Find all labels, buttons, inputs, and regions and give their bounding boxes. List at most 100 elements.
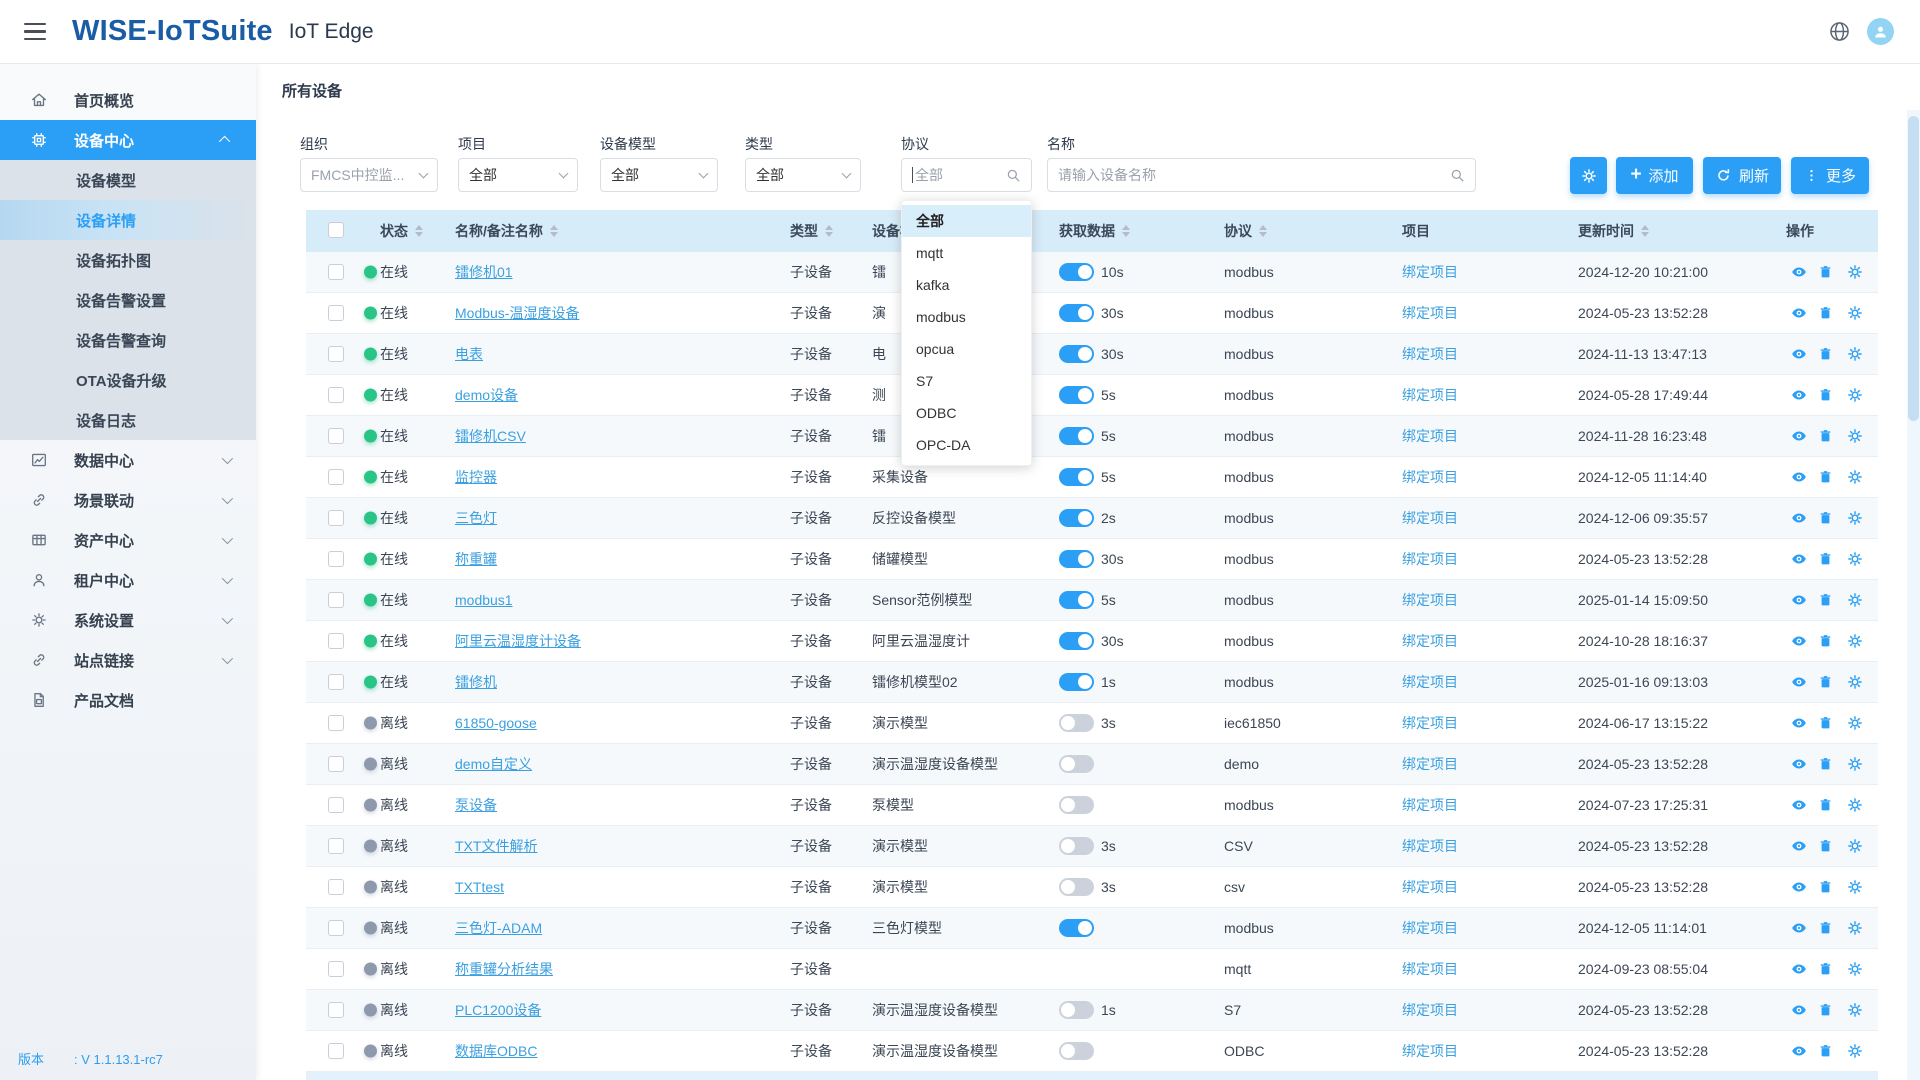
column-header-name[interactable]: 名称/备注名称 [455,221,558,241]
acquire-toggle[interactable] [1059,345,1094,363]
settings-icon[interactable] [1846,714,1864,732]
settings-icon[interactable] [1846,263,1864,281]
view-icon[interactable] [1790,1042,1808,1060]
delete-icon[interactable] [1818,920,1833,937]
bind-project-link[interactable]: 绑定项目 [1402,1000,1458,1020]
view-icon[interactable] [1790,386,1808,404]
view-icon[interactable] [1790,263,1808,281]
row-checkbox[interactable] [328,961,344,977]
acquire-toggle[interactable] [1059,837,1094,855]
settings-icon[interactable] [1846,960,1864,978]
bind-project-link[interactable]: 绑定项目 [1402,672,1458,692]
row-checkbox[interactable] [328,879,344,895]
view-icon[interactable] [1790,345,1808,363]
name-search-input[interactable]: 请输入设备名称 [1047,158,1476,192]
filter-select-model[interactable]: 全部 [600,158,718,192]
settings-icon[interactable] [1846,509,1864,527]
bind-project-link[interactable]: 绑定项目 [1402,590,1458,610]
protocol-option[interactable]: opcua [902,333,1031,365]
bind-project-link[interactable]: 绑定项目 [1402,467,1458,487]
acquire-toggle[interactable] [1059,263,1094,281]
row-checkbox[interactable] [328,428,344,444]
sidebar-item-site-links[interactable]: 站点链接 [0,640,256,680]
settings-icon[interactable] [1846,878,1864,896]
bind-project-link[interactable]: 绑定项目 [1402,631,1458,651]
acquire-toggle[interactable] [1059,304,1094,322]
settings-icon[interactable] [1846,673,1864,691]
acquire-toggle[interactable] [1059,427,1094,445]
settings-icon[interactable] [1846,796,1864,814]
sort-icon[interactable] [415,225,423,237]
row-checkbox[interactable] [328,1002,344,1018]
bind-project-link[interactable]: 绑定项目 [1402,1041,1458,1061]
delete-icon[interactable] [1818,469,1833,486]
row-checkbox[interactable] [328,920,344,936]
device-name-link[interactable]: 称重罐 [455,549,497,569]
acquire-toggle[interactable] [1059,550,1094,568]
row-checkbox[interactable] [328,756,344,772]
view-icon[interactable] [1790,755,1808,773]
view-icon[interactable] [1790,509,1808,527]
delete-icon[interactable] [1818,838,1833,855]
row-checkbox[interactable] [328,264,344,280]
protocol-option[interactable]: 全部 [902,205,1031,237]
device-name-link[interactable]: 数据库ODBC [455,1041,537,1061]
view-icon[interactable] [1790,550,1808,568]
more-button[interactable]: 更多 [1791,157,1869,194]
bind-project-link[interactable]: 绑定项目 [1402,836,1458,856]
delete-icon[interactable] [1818,305,1833,322]
sort-icon[interactable] [825,225,833,237]
settings-icon[interactable] [1846,345,1864,363]
sort-icon[interactable] [1122,225,1130,237]
bind-project-link[interactable]: 绑定项目 [1402,795,1458,815]
protocol-option[interactable]: OPC-DA [902,429,1031,461]
delete-icon[interactable] [1818,797,1833,814]
column-header-acquire[interactable]: 获取数据 [1059,221,1130,241]
settings-icon[interactable] [1846,1042,1864,1060]
delete-icon[interactable] [1818,1043,1833,1060]
acquire-toggle[interactable] [1059,591,1094,609]
device-name-link[interactable]: 镭修机01 [455,262,513,282]
delete-icon[interactable] [1818,633,1833,650]
delete-icon[interactable] [1818,387,1833,404]
row-checkbox[interactable] [328,551,344,567]
row-checkbox[interactable] [328,633,344,649]
device-name-link[interactable]: 阿里云温湿度计设备 [455,631,581,651]
sidebar-subitem[interactable]: 设备详情 [0,200,256,240]
delete-icon[interactable] [1818,264,1833,281]
device-name-link[interactable]: 监控器 [455,467,497,487]
view-icon[interactable] [1790,468,1808,486]
protocol-option[interactable]: kafka [902,269,1031,301]
acquire-toggle[interactable] [1059,1001,1094,1019]
row-checkbox[interactable] [328,346,344,362]
acquire-toggle[interactable] [1059,714,1094,732]
settings-icon[interactable] [1846,427,1864,445]
sidebar-item-device-center[interactable]: 设备中心 [0,120,256,160]
device-name-link[interactable]: PLC1200设备 [455,1000,541,1020]
column-header-status[interactable]: 状态 [380,221,423,241]
scrollbar-thumb[interactable] [1908,116,1919,421]
settings-icon[interactable] [1846,1001,1864,1019]
delete-icon[interactable] [1818,346,1833,363]
device-name-link[interactable]: 泵设备 [455,795,497,815]
delete-icon[interactable] [1818,674,1833,691]
refresh-button[interactable]: 刷新 [1703,157,1781,194]
sidebar-subitem[interactable]: OTA设备升级 [0,360,256,400]
filter-select-type[interactable]: 全部 [745,158,861,192]
sidebar-subitem[interactable]: 设备告警设置 [0,280,256,320]
device-name-link[interactable]: demo自定义 [455,754,532,774]
view-icon[interactable] [1790,591,1808,609]
acquire-toggle[interactable] [1059,468,1094,486]
sidebar-item-product-docs[interactable]: 产品文档 [0,680,256,720]
acquire-toggle[interactable] [1059,509,1094,527]
bind-project-link[interactable]: 绑定项目 [1402,426,1458,446]
sidebar-subitem[interactable]: 设备日志 [0,400,256,440]
bind-project-link[interactable]: 绑定项目 [1402,754,1458,774]
sort-icon[interactable] [1259,225,1267,237]
delete-icon[interactable] [1818,592,1833,609]
column-header-project[interactable]: 项目 [1402,221,1430,241]
acquire-toggle[interactable] [1059,919,1094,937]
device-name-link[interactable]: 镭修机CSV [455,426,526,446]
device-name-link[interactable]: 61850-goose [455,715,537,731]
row-checkbox[interactable] [328,305,344,321]
